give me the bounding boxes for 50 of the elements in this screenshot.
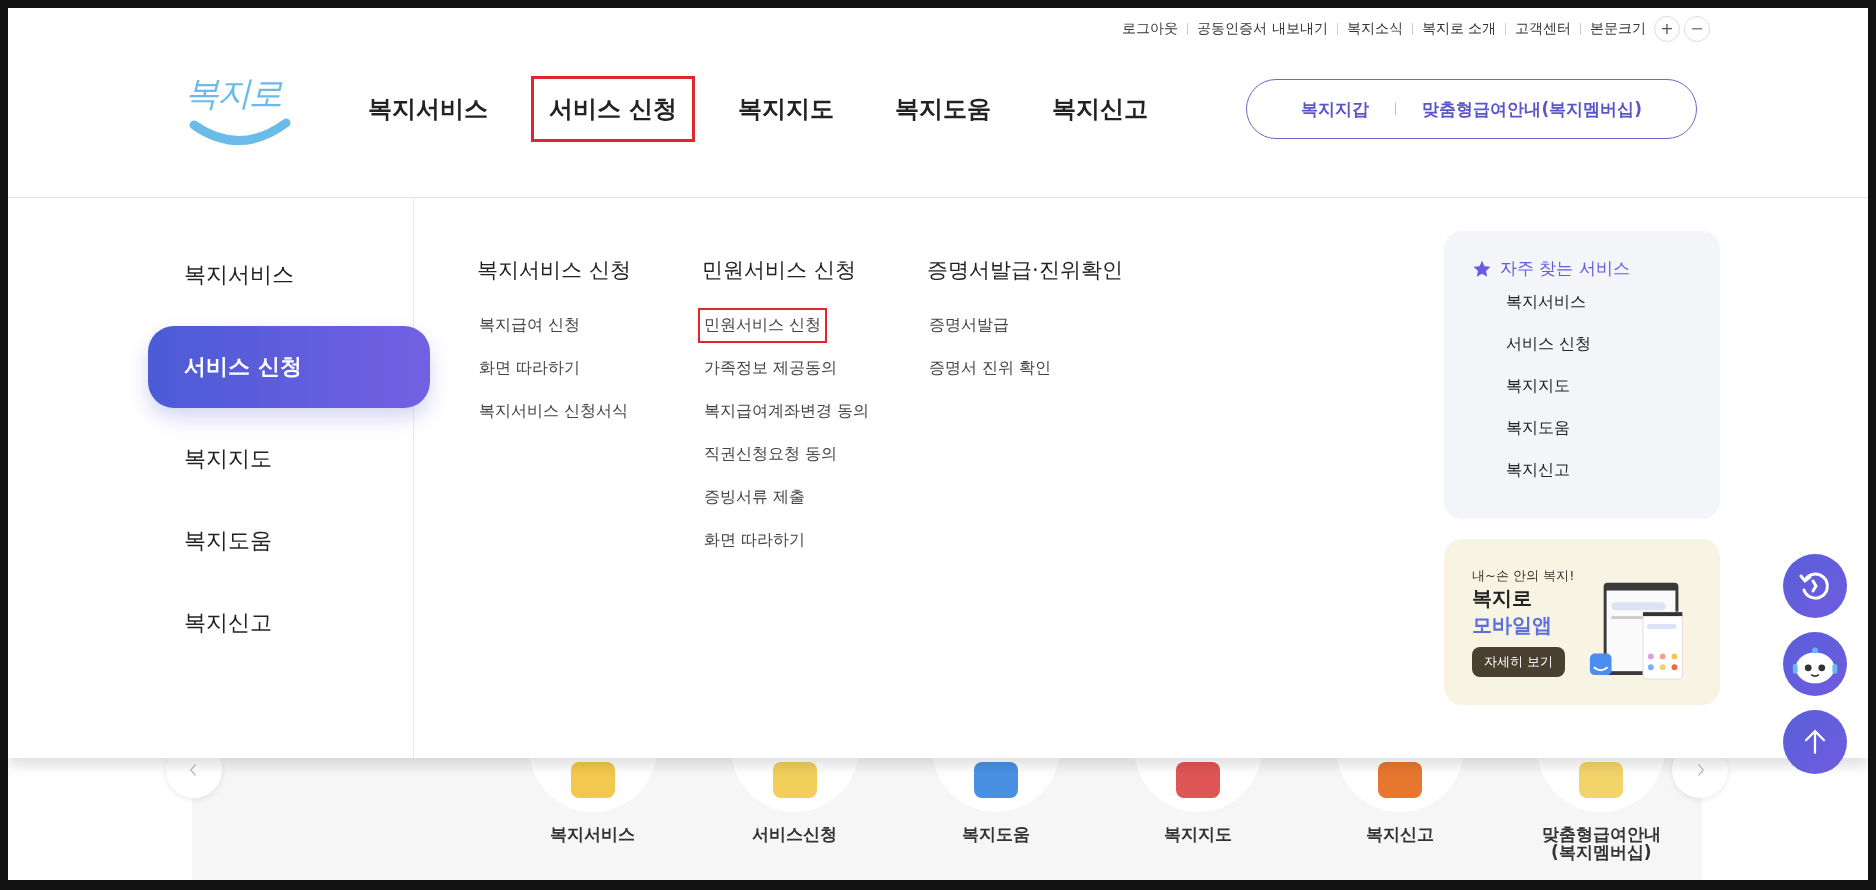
favorite-link[interactable]: 복지신고 [1506,460,1720,481]
menu-category[interactable]: 서비스 신청 [148,326,430,408]
header-link[interactable]: 맞춤형급여안내(복지멤버십) [1396,97,1668,121]
submenu-link[interactable]: 화면 따라하기 [698,523,812,558]
submenu-link[interactable]: 복지급여 신청 [473,308,587,343]
favorite-link[interactable]: 복지도움 [1506,418,1720,439]
utility-link[interactable]: 고객센터 [1506,20,1580,38]
favorite-link[interactable]: 서비스 신청 [1506,334,1720,355]
service-label[interactable]: 서비스신청 [752,826,837,844]
submenu-link[interactable]: 증명서 진위 확인 [923,351,1058,386]
banner-title: 복지로 [1472,585,1532,612]
nav-link[interactable]: 복지지도 [720,76,853,142]
zoom-in-button[interactable]: + [1654,16,1680,42]
submenu-link[interactable]: 직권신청요청 동의 [698,437,844,472]
utility-link[interactable]: 로그아웃 [1113,20,1188,38]
service-label[interactable]: 복지도움 [962,826,1031,844]
submenu-link[interactable]: 복지급여계좌변경 동의 [698,394,876,429]
nav-link[interactable]: 서비스 신청 [531,76,696,142]
service-label[interactable]: 복지신고 [1365,826,1434,844]
menu-column-title: 민원서비스 신청 [702,257,856,284]
favorites-title: 자주 찾는 서비스 [1500,257,1630,280]
favorite-link[interactable]: 복지서비스 [1506,292,1720,313]
details-button[interactable]: 자세히 보기 [1472,647,1566,677]
menu-category[interactable]: 복지지도 [148,428,430,490]
service-label[interactable]: 맞춤형급여안내 (복지멤버십) [1541,826,1661,862]
submenu-link[interactable]: 화면 따라하기 [473,351,587,386]
font-size-label: 본문크기 [1589,20,1647,38]
submenu-link[interactable]: 증빙서류 제출 [698,480,812,515]
submenu-link[interactable]: 가족정보 제공동의 [698,351,844,386]
utility-link[interactable]: 복지로 소개 [1412,20,1505,38]
utility-link[interactable]: 복지소식 [1337,20,1412,38]
banner-tagline: 내~손 안의 복지! [1472,567,1575,585]
utility-link[interactable]: 공동인증서 내보내기 [1188,20,1337,38]
service-label[interactable]: 복지서비스 [550,826,636,844]
menu-category[interactable]: 복지서비스 [148,244,430,306]
nav-link[interactable]: 복지서비스 [350,76,506,142]
menu-column-title: 복지서비스 신청 [477,257,631,284]
menu-category[interactable]: 복지신고 [148,592,430,654]
zoom-out-button[interactable]: − [1684,16,1710,42]
submenu-link[interactable]: 복지서비스 신청서식 [473,394,635,429]
nav-link[interactable]: 복지신고 [1034,76,1167,142]
submenu-link[interactable]: 증명서발급 [923,308,1015,343]
menu-category[interactable]: 복지도움 [148,510,430,572]
nav-link[interactable]: 복지도움 [877,76,1010,142]
favorite-link[interactable]: 복지지도 [1506,376,1720,397]
submenu-link[interactable]: 민원서비스 신청 [698,308,828,343]
header-link[interactable]: 복지지갑 [1275,97,1396,121]
banner-subtitle: 모바일앱 [1472,612,1552,639]
menu-column-title: 증명서발급·진위확인 [927,257,1123,284]
service-label[interactable]: 복지지도 [1163,826,1232,844]
